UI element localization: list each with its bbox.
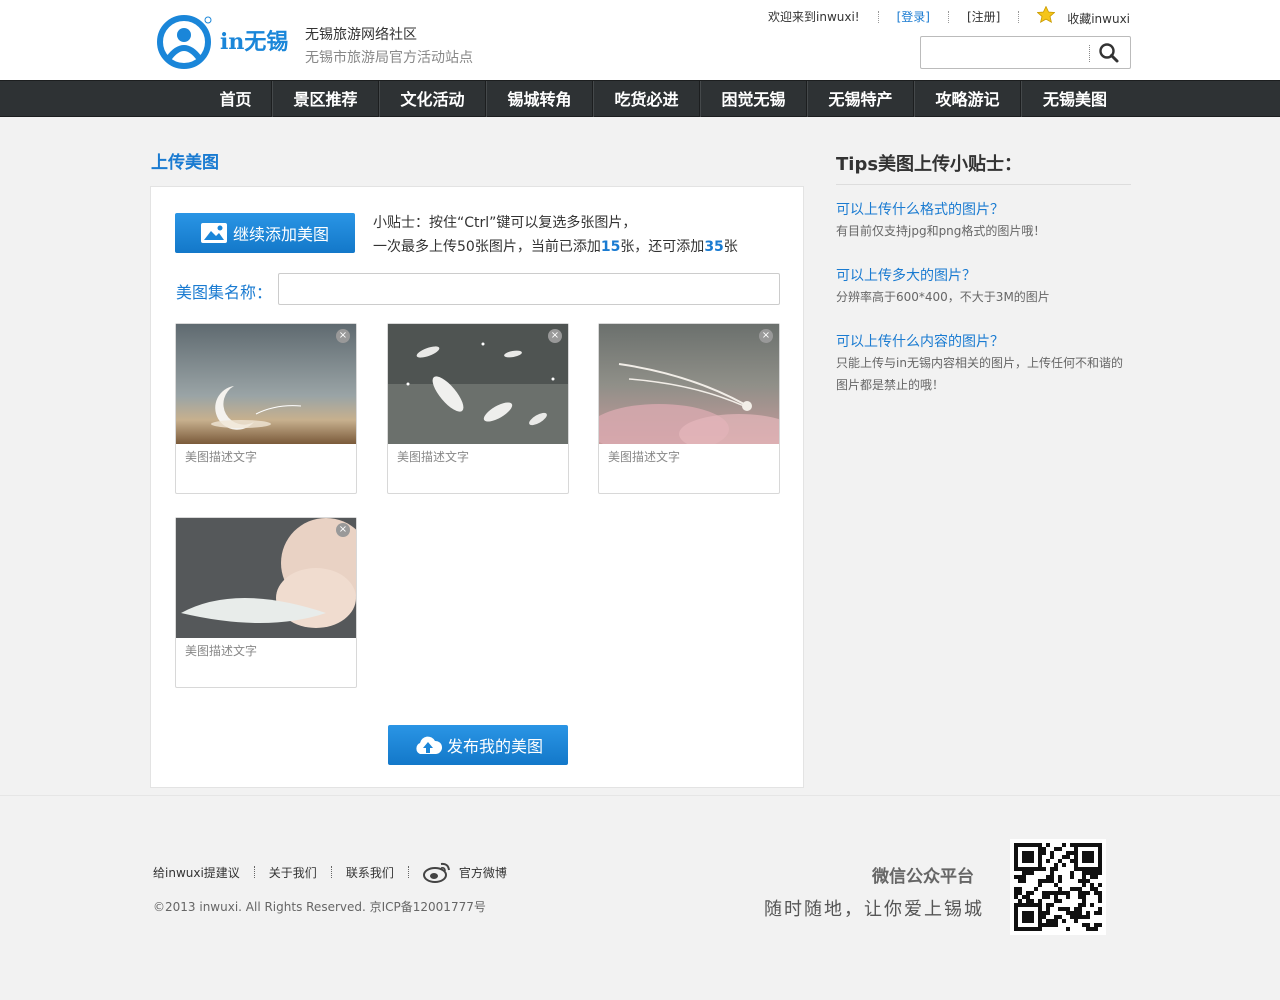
nav-item-culture[interactable]: 文化活动 bbox=[379, 81, 486, 118]
search-input[interactable] bbox=[925, 40, 1085, 65]
photo-description[interactable]: 美图描述文字 bbox=[185, 642, 257, 659]
site-subtitle: 无锡市旅游局官方活动站点 bbox=[305, 50, 473, 66]
divider bbox=[330, 866, 332, 878]
album-name-label: 美图集名称： bbox=[176, 283, 273, 302]
add-more-button[interactable]: 继续添加美图 bbox=[175, 213, 355, 253]
star-icon bbox=[1036, 5, 1056, 24]
album-name-input[interactable] bbox=[278, 273, 780, 305]
photo-card[interactable]: × 美图描述文字 bbox=[175, 517, 357, 688]
weibo-link[interactable]: 官方微博 bbox=[422, 861, 507, 883]
about-link[interactable]: 关于我们 bbox=[269, 864, 317, 881]
weibo-label: 官方微博 bbox=[458, 865, 507, 880]
search-button[interactable] bbox=[1097, 42, 1121, 64]
nav-item-stay[interactable]: 困觉无锡 bbox=[700, 81, 807, 118]
tip-question[interactable]: 可以上传什么内容的图片？ bbox=[836, 331, 1004, 351]
weibo-icon bbox=[422, 862, 450, 883]
feedback-link[interactable]: 给inwuxi提建议 bbox=[153, 864, 240, 881]
photo-card[interactable]: × 美图描述文字 bbox=[387, 323, 569, 494]
header: in无锡 无锡旅游网络社区 无锡市旅游局官方活动站点 欢迎来到inwuxi! [… bbox=[0, 0, 1280, 80]
tip-answer: 有目前仅支持jpg和png格式的图片哦！ bbox=[836, 224, 1046, 238]
welcome-text: 欢迎来到inwuxi! bbox=[768, 10, 860, 24]
upload-cloud-icon bbox=[416, 736, 443, 754]
nav-item-food[interactable]: 吃货必进 bbox=[593, 81, 700, 118]
tip-question[interactable]: 可以上传多大的图片？ bbox=[836, 265, 976, 285]
remove-photo-button[interactable]: × bbox=[336, 523, 350, 537]
login-link[interactable]: [登录] bbox=[897, 8, 930, 25]
logo-text: in无锡 bbox=[220, 29, 289, 55]
slogan: 随时随地，让你爱上锡城 bbox=[764, 899, 984, 920]
remove-photo-button[interactable]: × bbox=[548, 329, 562, 343]
photo-card[interactable]: × 美图描述文字 bbox=[175, 323, 357, 494]
nav-item-scenic[interactable]: 景区推荐 bbox=[272, 81, 379, 118]
tip-question[interactable]: 可以上传什么格式的图片？ bbox=[836, 199, 1004, 219]
tip-answer: 分辨率高于600*400，不大于3M的图片 bbox=[836, 290, 1050, 304]
page-title: 上传美图 bbox=[151, 153, 219, 173]
qr-code bbox=[1010, 839, 1106, 935]
contact-link[interactable]: 联系我们 bbox=[346, 864, 394, 881]
copyright: ©2013 inwuxi. All Rights Reserved. 京ICP备… bbox=[153, 900, 486, 914]
image-icon bbox=[200, 223, 227, 243]
tip-line-1: 小贴士：按住“Ctrl”键可以复选多张图片， bbox=[373, 215, 637, 231]
tip-answer: 只能上传与in无锡内容相关的图片，上传任何不和谐的图片都是禁止的哦！ bbox=[836, 356, 1123, 392]
nav-item-photos[interactable]: 无锡美图 bbox=[1021, 81, 1128, 118]
wechat-title: 微信公众平台 bbox=[872, 867, 974, 887]
upload-panel: 继续添加美图 小贴士：按住“Ctrl”键可以复选多张图片， 一次最多上传50张图… bbox=[150, 186, 804, 788]
footer: 给inwuxi提建议 关于我们 联系我们 官方微博 ©2013 inwuxi. … bbox=[0, 795, 1280, 1000]
site-logo[interactable]: in无锡 bbox=[156, 14, 296, 70]
nav-item-specialty[interactable]: 无锡特产 bbox=[807, 81, 914, 118]
divider bbox=[877, 10, 879, 23]
divider bbox=[253, 866, 255, 878]
photo-thumbnail bbox=[388, 324, 568, 444]
nav-item-guides[interactable]: 攻略游记 bbox=[914, 81, 1021, 118]
main-nav: 首页 景区推荐 文化活动 锡城转角 吃货必进 困觉无锡 无锡特产 攻略游记 无锡… bbox=[0, 80, 1280, 118]
site-name: 无锡旅游网络社区 bbox=[305, 27, 417, 43]
divider bbox=[948, 10, 949, 23]
remove-photo-button[interactable]: × bbox=[759, 329, 773, 343]
photo-description[interactable]: 美图描述文字 bbox=[185, 448, 257, 465]
upload-tip: 小贴士：按住“Ctrl”键可以复选多张图片， 一次最多上传50张图片，当前已添加… bbox=[373, 211, 738, 259]
nav-item-home[interactable]: 首页 bbox=[200, 81, 272, 118]
photo-description[interactable]: 美图描述文字 bbox=[397, 448, 469, 465]
tip-line-2: 一次最多上传50张图片，当前已添加15张，还可添加35张 bbox=[373, 239, 738, 255]
nav-item-city-corner[interactable]: 锡城转角 bbox=[486, 81, 593, 118]
added-count: 15 bbox=[600, 239, 621, 255]
sidebar-divider bbox=[836, 184, 1131, 185]
divider bbox=[1018, 10, 1020, 23]
search-divider bbox=[1089, 45, 1090, 62]
favorite-label: 收藏inwuxi bbox=[1067, 12, 1130, 26]
photo-card[interactable]: × 美图描述文字 bbox=[598, 323, 780, 494]
sidebar-title: Tips美图上传小贴士： bbox=[836, 154, 1023, 175]
search-box bbox=[920, 36, 1131, 69]
photo-thumbnail bbox=[599, 324, 779, 444]
publish-label: 发布我的美图 bbox=[446, 737, 543, 756]
top-links: 欢迎来到inwuxi! [登录] [注册] 收藏inwuxi bbox=[768, 5, 1130, 27]
favorite-link[interactable]: 收藏inwuxi bbox=[1036, 5, 1130, 27]
photo-thumbnail bbox=[176, 518, 356, 638]
divider bbox=[407, 866, 409, 878]
publish-button[interactable]: 发布我的美图 bbox=[388, 725, 568, 765]
register-link[interactable]: [注册] bbox=[967, 8, 1000, 25]
photo-thumbnail bbox=[176, 324, 356, 444]
search-icon bbox=[1099, 43, 1119, 63]
footer-links: 给inwuxi提建议 关于我们 联系我们 官方微博 bbox=[153, 861, 507, 883]
photo-description[interactable]: 美图描述文字 bbox=[608, 448, 680, 465]
remove-photo-button[interactable]: × bbox=[336, 329, 350, 343]
add-more-label: 继续添加美图 bbox=[232, 225, 329, 244]
remaining-count: 35 bbox=[704, 239, 724, 255]
